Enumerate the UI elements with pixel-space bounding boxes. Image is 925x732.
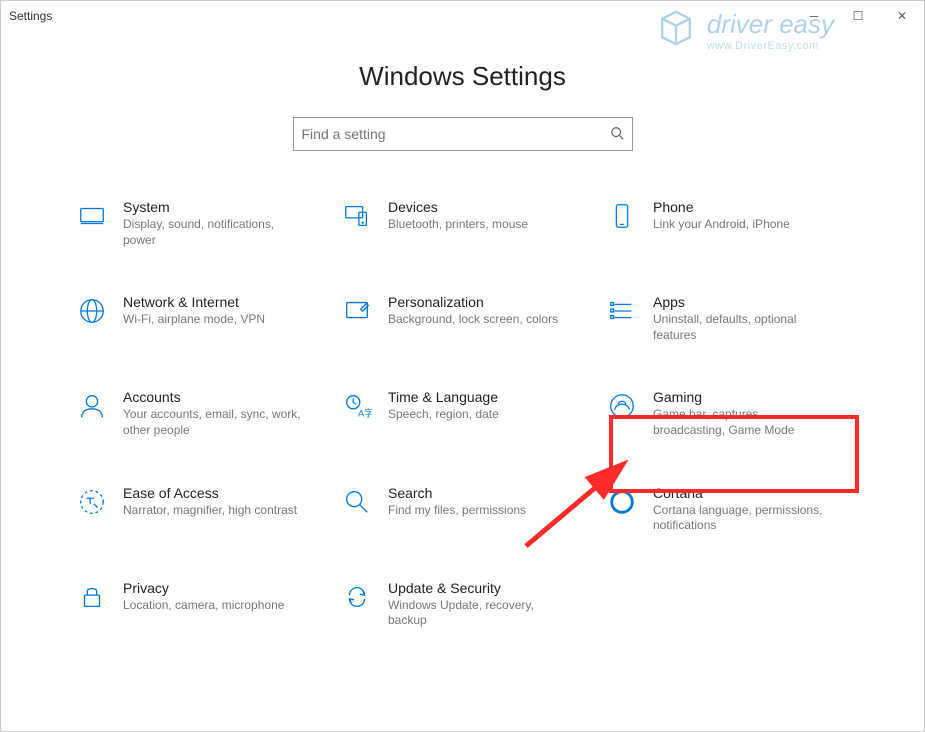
system-icon	[75, 199, 109, 233]
tile-title: Ease of Access	[123, 485, 297, 501]
cortana-icon	[605, 485, 639, 519]
tile-desc: Wi-Fi, airplane mode, VPN	[123, 312, 265, 328]
svg-text:A字: A字	[358, 408, 372, 419]
search-icon	[610, 126, 624, 143]
tile-title: Cortana	[653, 485, 833, 501]
tile-phone[interactable]: Phone Link your Android, iPhone	[595, 191, 860, 256]
devices-icon	[340, 199, 374, 233]
tile-title: Gaming	[653, 389, 833, 405]
tile-system[interactable]: System Display, sound, notifications, po…	[65, 191, 330, 256]
search-tile-icon	[340, 485, 374, 519]
tile-desc: Your accounts, email, sync, work, other …	[123, 407, 303, 438]
tile-desc: Location, camera, microphone	[123, 598, 284, 614]
tile-title: Devices	[388, 199, 528, 215]
tile-title: Time & Language	[388, 389, 499, 405]
tile-desc: Narrator, magnifier, high contrast	[123, 503, 297, 519]
tile-title: Update & Security	[388, 580, 568, 596]
tile-desc: Link your Android, iPhone	[653, 217, 790, 233]
tile-devices[interactable]: Devices Bluetooth, printers, mouse	[330, 191, 595, 256]
watermark-url: www.DriverEasy.com	[707, 40, 834, 52]
window-controls: ─ ☐ ✕	[792, 1, 924, 31]
page-title: Windows Settings	[1, 61, 924, 92]
tile-desc: Windows Update, recovery, backup	[388, 598, 568, 629]
apps-icon	[605, 294, 639, 328]
tile-accounts[interactable]: Accounts Your accounts, email, sync, wor…	[65, 381, 330, 446]
phone-icon	[605, 199, 639, 233]
update-icon	[340, 580, 374, 614]
tile-desc: Background, lock screen, colors	[388, 312, 558, 328]
search-box[interactable]	[293, 117, 633, 151]
tile-title: System	[123, 199, 303, 215]
privacy-icon	[75, 580, 109, 614]
tile-apps[interactable]: Apps Uninstall, defaults, optional featu…	[595, 286, 860, 351]
tile-desc: Cortana language, permissions, notificat…	[653, 503, 833, 534]
tile-desc: Game bar, captures, broadcasting, Game M…	[653, 407, 833, 438]
tile-desc: Display, sound, notifications, power	[123, 217, 303, 248]
search-input[interactable]	[302, 126, 610, 142]
tile-title: Accounts	[123, 389, 303, 405]
minimize-button[interactable]: ─	[792, 1, 836, 31]
tile-personalization[interactable]: Personalization Background, lock screen,…	[330, 286, 595, 351]
tile-search[interactable]: Search Find my files, permissions	[330, 477, 595, 542]
tile-desc: Find my files, permissions	[388, 503, 526, 519]
tile-title: Apps	[653, 294, 833, 310]
tile-ease-of-access[interactable]: Ease of Access Narrator, magnifier, high…	[65, 477, 330, 542]
tile-cortana[interactable]: Cortana Cortana language, permissions, n…	[595, 477, 860, 542]
time-language-icon: A字	[340, 389, 374, 423]
close-button[interactable]: ✕	[880, 1, 924, 31]
personalization-icon	[340, 294, 374, 328]
accounts-icon	[75, 389, 109, 423]
tile-desc: Bluetooth, printers, mouse	[388, 217, 528, 233]
window-title: Settings	[9, 9, 52, 23]
tile-title: Personalization	[388, 294, 558, 310]
tile-privacy[interactable]: Privacy Location, camera, microphone	[65, 572, 330, 637]
tile-update-security[interactable]: Update & Security Windows Update, recove…	[330, 572, 595, 637]
network-icon	[75, 294, 109, 328]
search-wrap	[1, 117, 924, 151]
tile-title: Privacy	[123, 580, 284, 596]
titlebar: Settings ─ ☐ ✕	[1, 1, 924, 31]
tile-title: Search	[388, 485, 526, 501]
tile-time-language[interactable]: A字 Time & Language Speech, region, date	[330, 381, 595, 446]
tile-title: Network & Internet	[123, 294, 265, 310]
tile-desc: Uninstall, defaults, optional features	[653, 312, 833, 343]
maximize-button[interactable]: ☐	[836, 1, 880, 31]
gaming-icon	[605, 389, 639, 423]
ease-of-access-icon	[75, 485, 109, 519]
tile-network[interactable]: Network & Internet Wi-Fi, airplane mode,…	[65, 286, 330, 351]
tile-title: Phone	[653, 199, 790, 215]
settings-grid: System Display, sound, notifications, po…	[1, 191, 924, 637]
tile-gaming[interactable]: Gaming Game bar, captures, broadcasting,…	[595, 381, 860, 446]
tile-desc: Speech, region, date	[388, 407, 499, 423]
